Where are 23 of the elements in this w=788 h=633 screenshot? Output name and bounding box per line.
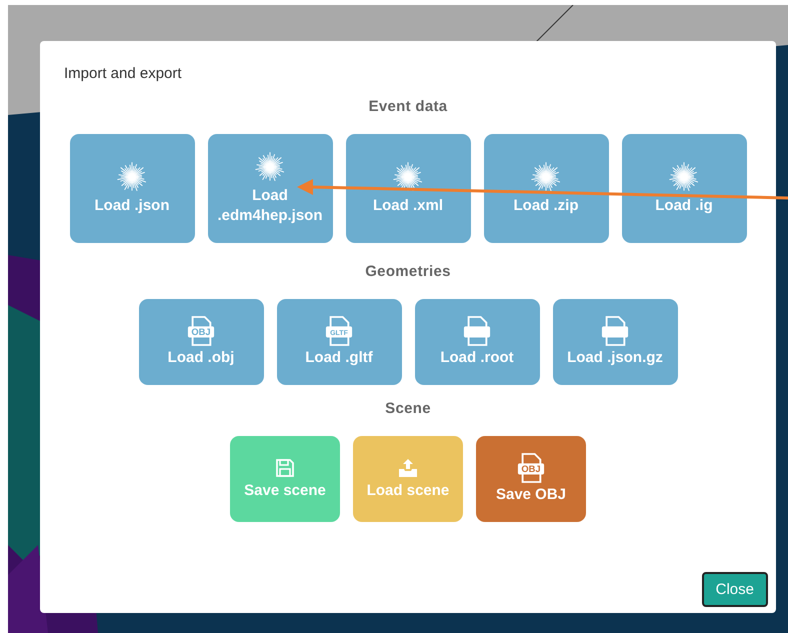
section-heading: Geometries	[365, 263, 451, 280]
close-button[interactable]: Close	[702, 572, 768, 607]
section-heading: Scene	[385, 400, 431, 417]
load-button[interactable]: Load .ig	[622, 134, 746, 243]
upload-tray-icon	[398, 458, 418, 478]
load-button[interactable]: Save scene	[230, 436, 340, 522]
file-icon	[463, 316, 491, 346]
file-icon	[601, 316, 629, 346]
load-button[interactable]: Load .zip	[484, 134, 608, 243]
load-button[interactable]: Load .root	[414, 299, 540, 385]
starburst-icon	[254, 151, 286, 183]
starburst-icon	[530, 161, 562, 193]
load-button[interactable]: OBJ Save OBJ	[476, 436, 586, 522]
starburst-icon	[116, 161, 148, 193]
section-heading: Event data	[368, 98, 448, 115]
dialog-title: Import and export	[64, 65, 183, 84]
load-button[interactable]: Load .edm4hep.json	[208, 134, 332, 243]
load-button[interactable]: Load .xml	[346, 134, 470, 243]
load-button[interactable]: Load scene	[353, 436, 463, 522]
load-button[interactable]: Load .json	[70, 134, 194, 243]
load-button[interactable]: Load .json.gz	[552, 299, 678, 385]
starburst-icon	[668, 161, 700, 193]
load-button[interactable]: OBJ Load .obj	[138, 299, 264, 385]
